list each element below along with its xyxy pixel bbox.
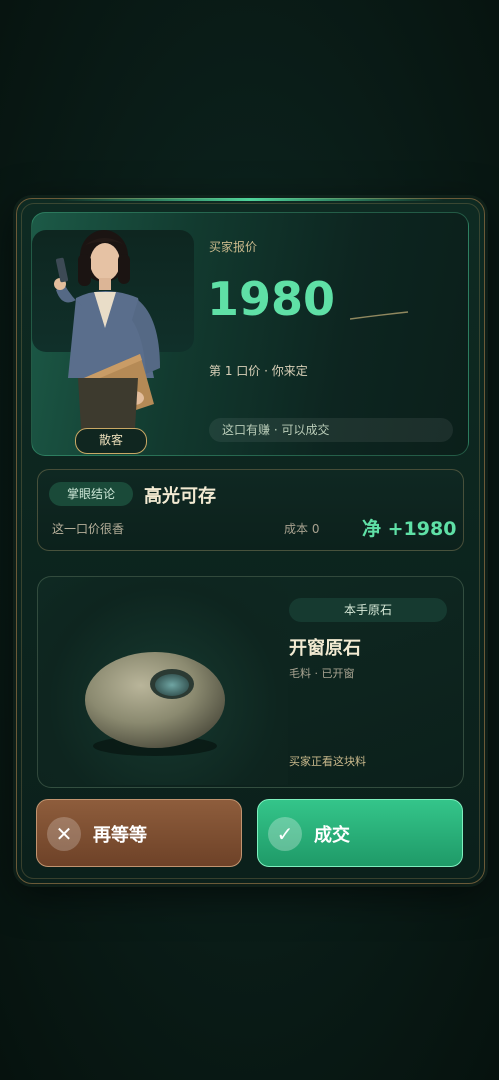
- stone-source-tag: 本手原石: [289, 598, 447, 622]
- deal-hint: 这口有赚 · 可以成交: [209, 418, 453, 442]
- stone-title: 开窗原石: [289, 638, 361, 659]
- verdict-note: 这一口价很香: [52, 522, 125, 536]
- check-icon: ✓: [268, 817, 302, 851]
- close-icon: ✕: [47, 817, 81, 851]
- deal-button[interactable]: ✓ 成交: [257, 799, 463, 867]
- visitor-badge: 散客: [75, 428, 147, 454]
- bid-round: 第 1 口价 · 你来定: [209, 364, 308, 378]
- stone-status: 买家正看这块料: [289, 755, 366, 768]
- verdict-tag: 掌眼结论: [49, 482, 133, 506]
- raw-stone-image: [85, 652, 225, 756]
- wait-button[interactable]: ✕ 再等等: [36, 799, 242, 867]
- verdict-title: 高光可存: [144, 486, 216, 507]
- wait-button-label: 再等等: [93, 825, 147, 846]
- offer-price: 1980: [207, 272, 336, 326]
- offer-label: 买家报价: [209, 240, 258, 254]
- stone-meta: 毛料 · 已开窗: [289, 667, 355, 680]
- verdict-net-profit: 净 +1980: [362, 518, 457, 540]
- buyer-portrait: [54, 230, 160, 446]
- verdict-cost: 成本 0: [284, 522, 320, 536]
- deal-button-label: 成交: [314, 825, 350, 846]
- dialog-glow: [57, 198, 444, 201]
- price-streak-decoration: [350, 311, 409, 320]
